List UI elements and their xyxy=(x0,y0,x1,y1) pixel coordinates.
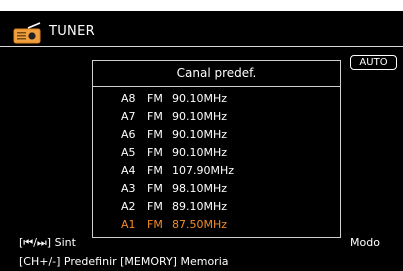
preset-item[interactable]: A8 FM 90.10MHz xyxy=(121,90,242,108)
preset-frequency: 90.10MHz xyxy=(172,92,228,105)
popup-title: Canal predef. xyxy=(93,61,340,87)
top-strip xyxy=(0,0,403,11)
preset-list: A8 FM 90.10MHz A7 FM 90.10MHz A6 FM 90.10MHz A5 FM… xyxy=(121,90,242,234)
radio-icon xyxy=(13,22,41,44)
preset-item[interactable]: A7 FM 90.10MHz xyxy=(121,108,242,126)
preset-item[interactable]: A4 FM 107.90MHz xyxy=(121,162,242,180)
preset-frequency: 107.90MHz xyxy=(172,164,235,177)
auto-mode-badge: AUTO xyxy=(350,55,397,70)
preset-band: FM xyxy=(147,200,163,213)
preset-band: FM xyxy=(147,164,163,177)
preset-band: FM xyxy=(147,128,163,141)
preset-channel: A8 xyxy=(121,92,136,105)
preset-band: FM xyxy=(147,218,163,231)
preset-channel: A6 xyxy=(121,128,136,141)
preset-frequency: 98.10MHz xyxy=(172,182,228,195)
preset-item[interactable]: A6 FM 90.10MHz xyxy=(121,126,242,144)
preset-frequency: 90.10MHz xyxy=(172,128,228,141)
footer-mode-hint: Modo xyxy=(350,236,380,249)
preset-channel-popup: Canal predef. A8 FM 90.10MHz A7 FM 90.10MHz A6… xyxy=(92,60,341,238)
page-title: TUNER xyxy=(49,24,95,39)
preset-item[interactable]: A3 FM 98.10MHz xyxy=(121,180,242,198)
preset-band: FM xyxy=(147,146,163,159)
preset-channel: A2 xyxy=(121,200,136,213)
preset-band: FM xyxy=(147,110,163,123)
footer-hint-line-2: [CH+/-] Predefinir [MEMORY] Memoria xyxy=(19,255,229,268)
footer-hint-line-1: [⏮/⏭] Sint xyxy=(19,236,76,249)
preset-frequency: 90.10MHz xyxy=(172,110,228,123)
header-bar: TUNER xyxy=(0,11,403,47)
preset-item[interactable]: A1 FM 87.50MHz xyxy=(121,216,242,234)
preset-channel: A4 xyxy=(121,164,136,177)
preset-channel: A1 xyxy=(121,218,136,231)
preset-band: FM xyxy=(147,92,163,105)
preset-channel: A7 xyxy=(121,110,136,123)
preset-channel: A5 xyxy=(121,146,136,159)
preset-item[interactable]: A2 FM 89.10MHz xyxy=(121,198,242,216)
preset-frequency: 89.10MHz xyxy=(172,200,228,213)
preset-frequency: 90.10MHz xyxy=(172,146,228,159)
preset-band: FM xyxy=(147,182,163,195)
preset-channel: A3 xyxy=(121,182,136,195)
preset-frequency: 87.50MHz xyxy=(172,218,228,231)
preset-item[interactable]: A5 FM 90.10MHz xyxy=(121,144,242,162)
